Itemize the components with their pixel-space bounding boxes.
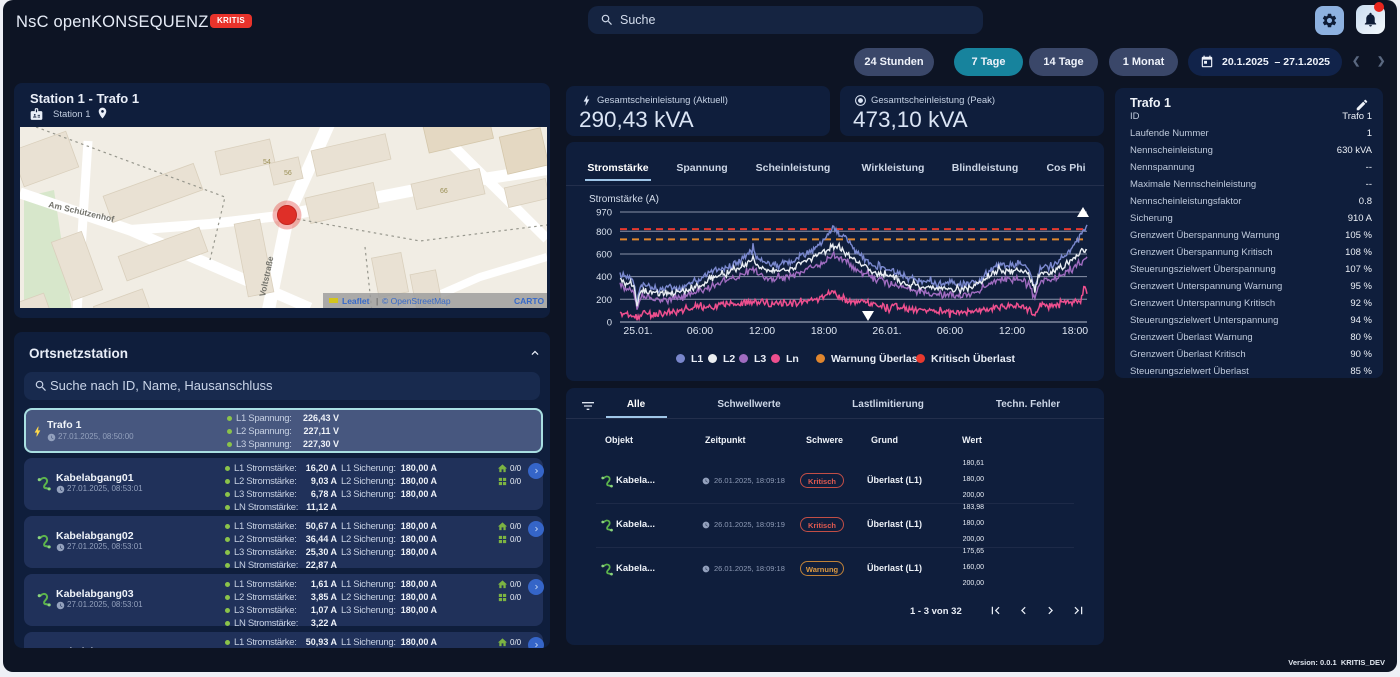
svg-text:600: 600: [596, 250, 612, 261]
svg-text:12:00: 12:00: [999, 325, 1025, 337]
svg-text:25.01.: 25.01.: [623, 325, 652, 337]
svg-text:18:00: 18:00: [811, 325, 837, 337]
svg-text:800: 800: [596, 227, 612, 238]
svg-text:0: 0: [607, 318, 612, 329]
svg-text:CARTO: CARTO: [514, 296, 544, 306]
svg-text:56: 56: [284, 170, 292, 177]
svg-text:06:00: 06:00: [687, 325, 713, 337]
svg-text:970: 970: [596, 208, 612, 219]
svg-text:© OpenStreetMap: © OpenStreetMap: [382, 296, 451, 306]
svg-text:400: 400: [596, 272, 612, 283]
svg-text:12:00: 12:00: [749, 325, 775, 337]
svg-text:54: 54: [263, 159, 271, 166]
svg-text:Leaflet: Leaflet: [342, 296, 370, 306]
svg-text:66: 66: [440, 188, 448, 195]
svg-text:06:00: 06:00: [937, 325, 963, 337]
svg-text:18:00: 18:00: [1062, 325, 1088, 337]
svg-text:200: 200: [596, 295, 612, 306]
svg-text:|: |: [376, 296, 378, 306]
svg-text:26.01.: 26.01.: [872, 325, 901, 337]
